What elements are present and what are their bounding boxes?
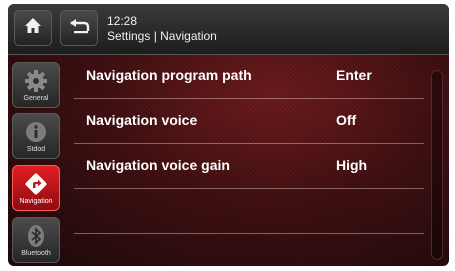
setting-name: Navigation voice <box>86 112 198 128</box>
sidebar-item-label: Navigation <box>19 198 53 205</box>
back-button[interactable] <box>60 10 98 46</box>
clock: 12:28 <box>107 14 138 28</box>
head-unit-screen: 12:28 Settings | Navigation General Stdo… <box>8 4 449 266</box>
sidebar-item-navigation[interactable]: Navigation <box>12 165 60 211</box>
sidebar: General Stdod Navigation Bluetooth <box>8 54 64 266</box>
top-bar: 12:28 Settings | Navigation <box>8 4 449 55</box>
home-icon <box>24 17 42 39</box>
setting-value: Off <box>336 112 357 128</box>
setting-name: Navigation program path <box>86 67 252 83</box>
sidebar-item-label: General <box>23 95 49 102</box>
setting-row-empty <box>74 189 424 234</box>
setting-value: Enter <box>336 67 372 83</box>
sidebar-item-label: Stdod <box>26 146 46 153</box>
sidebar-item-label: Bluetooth <box>21 250 51 257</box>
bluetooth-icon <box>25 224 47 248</box>
gear-icon <box>24 69 48 93</box>
setting-row-voice-gain[interactable]: Navigation voice gain High <box>74 144 424 189</box>
navigation-arrow-icon <box>24 172 48 196</box>
sidebar-item-stdod[interactable]: Stdod <box>12 113 60 159</box>
setting-row-voice[interactable]: Navigation voice Off <box>74 99 424 144</box>
sidebar-item-bluetooth[interactable]: Bluetooth <box>12 217 60 263</box>
page-title: Settings | Navigation <box>107 29 217 43</box>
home-button[interactable] <box>14 10 52 46</box>
info-icon <box>25 120 47 144</box>
back-arrow-icon <box>68 18 90 39</box>
setting-name: Navigation voice gain <box>86 157 230 173</box>
setting-value: High <box>336 157 368 173</box>
setting-row-program-path[interactable]: Navigation program path Enter <box>74 54 424 99</box>
sidebar-item-general[interactable]: General <box>12 62 60 108</box>
scrollbar[interactable] <box>431 70 443 260</box>
